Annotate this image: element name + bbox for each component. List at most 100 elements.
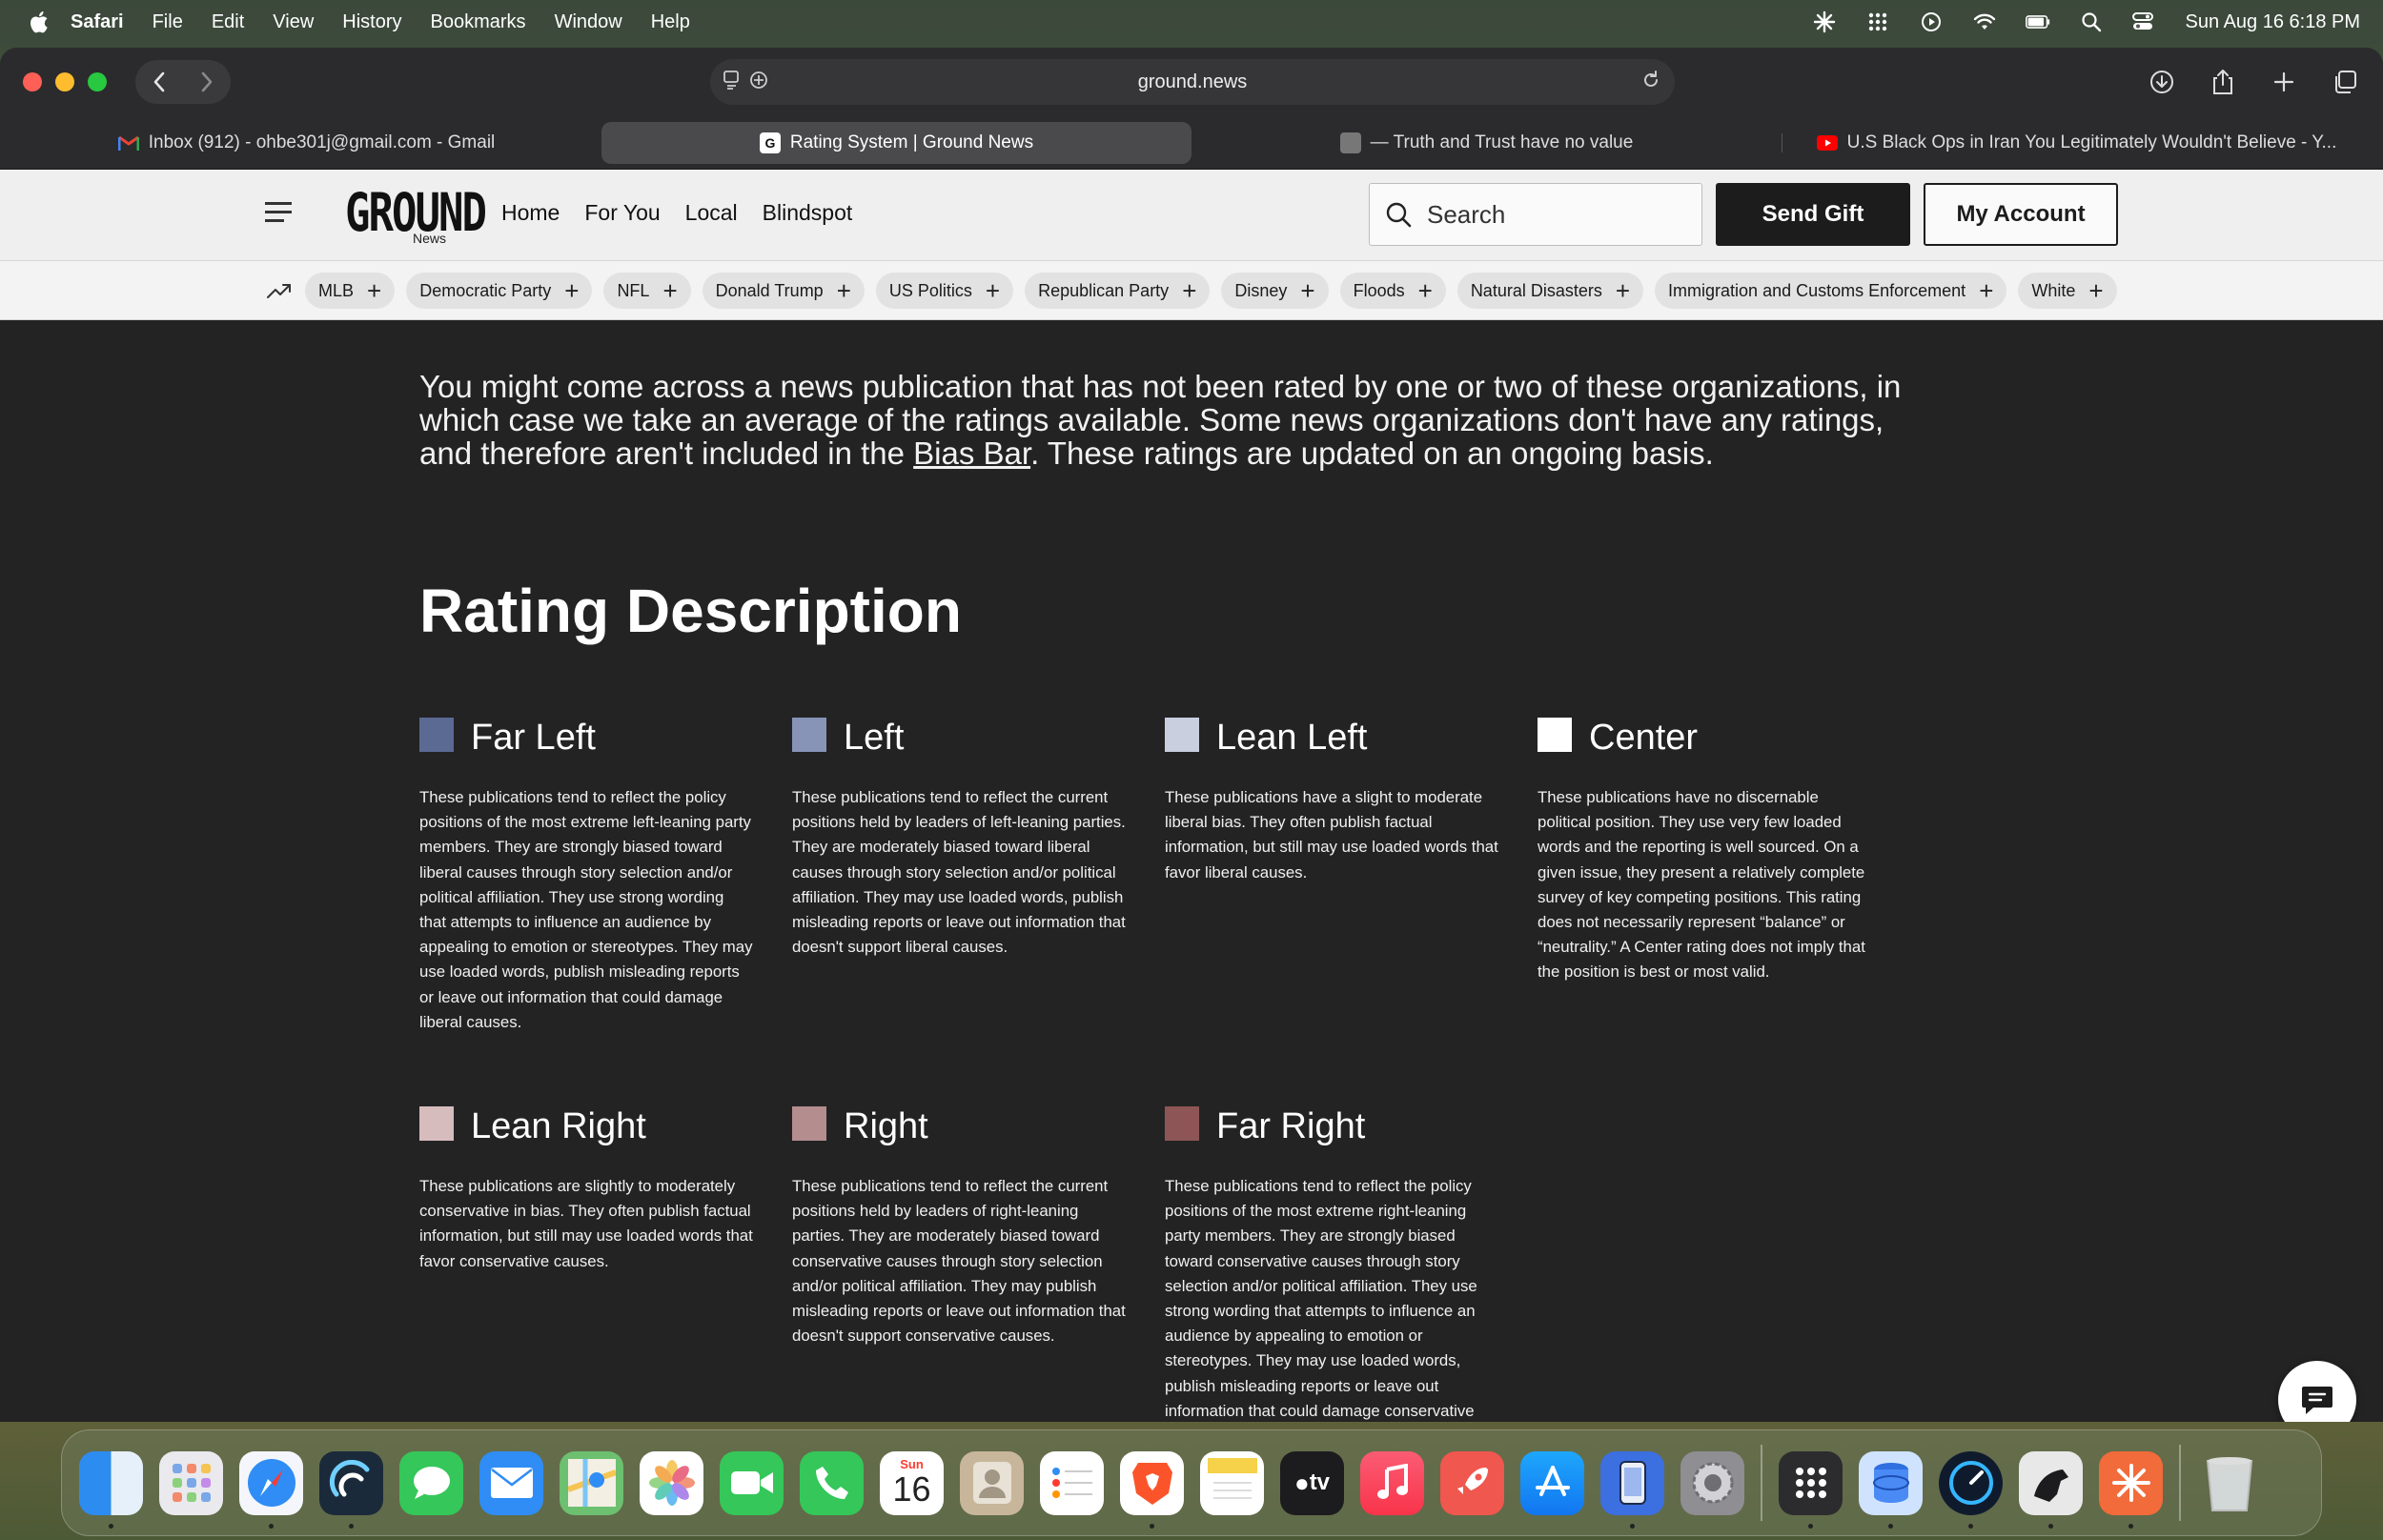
contacts-icon[interactable] — [960, 1450, 1024, 1515]
speedtest-icon[interactable] — [1939, 1450, 2003, 1529]
control-center-icon[interactable] — [2131, 10, 2157, 33]
plus-icon[interactable]: + — [1616, 278, 1630, 303]
launchpad-icon[interactable] — [159, 1450, 223, 1515]
music-icon[interactable] — [1360, 1450, 1424, 1515]
menubar-clock[interactable]: Sun Aug 16 6:18 PM — [2186, 11, 2360, 33]
battery-icon[interactable] — [2025, 10, 2050, 33]
topic-chip-donald-trump[interactable]: Donald Trump + — [702, 273, 865, 309]
menu-edit[interactable]: Edit — [212, 11, 244, 33]
topic-chip-floods[interactable]: Floods + — [1339, 273, 1446, 309]
address-bar[interactable]: ground.news — [710, 59, 1675, 105]
topic-chip-us-politics[interactable]: US Politics + — [875, 273, 1014, 309]
rating-name: Lean Right — [471, 1105, 646, 1146]
bias-bar-link[interactable]: Bias Bar — [913, 436, 1030, 471]
close-window-button[interactable] — [23, 72, 42, 91]
zoom-window-button[interactable] — [88, 72, 107, 91]
nav-blindspot[interactable]: Blindspot — [763, 200, 853, 226]
system-settings-icon[interactable] — [1680, 1450, 1744, 1515]
plus-icon[interactable]: + — [367, 278, 381, 303]
app-store-icon[interactable] — [1520, 1450, 1584, 1515]
downloads-icon[interactable] — [2145, 63, 2179, 101]
topic-chip-nfl[interactable]: NFL + — [603, 273, 691, 309]
menu-app-name[interactable]: Safari — [71, 11, 124, 33]
plus-icon[interactable]: + — [1182, 278, 1196, 303]
menu-bookmarks[interactable]: Bookmarks — [431, 11, 526, 33]
plus-icon[interactable]: + — [662, 278, 677, 303]
plus-icon[interactable]: + — [564, 278, 579, 303]
apple-icon[interactable] — [27, 10, 50, 34]
topic-chip-white[interactable]: White + — [2018, 273, 2117, 309]
topic-chip-democratic-party[interactable]: Democratic Party + — [406, 273, 593, 309]
my-account-button[interactable]: My Account — [1924, 183, 2118, 246]
messages-icon[interactable] — [399, 1450, 463, 1515]
brave-icon[interactable] — [1120, 1450, 1184, 1529]
finder-icon[interactable] — [79, 1450, 143, 1529]
podcast-app-icon[interactable] — [319, 1450, 383, 1529]
topic-chip-natural-disasters[interactable]: Natural Disasters + — [1456, 273, 1644, 309]
tab-youtube[interactable]: U.S Black Ops in Iran You Legitimately W… — [1782, 122, 2372, 164]
back-button[interactable] — [140, 63, 178, 101]
facetime-icon[interactable] — [720, 1450, 784, 1515]
search-input[interactable]: Search — [1369, 183, 1702, 246]
tab-overview-icon[interactable] — [2328, 63, 2362, 101]
plus-icon[interactable]: + — [986, 278, 1000, 303]
sparkle-status-icon[interactable] — [1812, 10, 1837, 33]
rocket-icon[interactable] — [1440, 1450, 1504, 1515]
trash-icon[interactable] — [2197, 1451, 2261, 1515]
new-tab-icon[interactable] — [2267, 63, 2301, 101]
share-icon[interactable] — [2206, 63, 2240, 101]
reminders-icon[interactable] — [1040, 1450, 1104, 1515]
plus-icon[interactable]: + — [1418, 278, 1433, 303]
menu-view[interactable]: View — [273, 11, 314, 33]
hamburger-menu-icon[interactable] — [265, 202, 294, 227]
send-gift-button[interactable]: Send Gift — [1716, 183, 1910, 246]
simulator-icon[interactable] — [1600, 1450, 1664, 1529]
minimize-window-button[interactable] — [55, 72, 74, 91]
search-placeholder: Search — [1427, 199, 1506, 229]
extension-icon[interactable] — [748, 69, 769, 97]
topic-chip-mlb[interactable]: MLB + — [305, 273, 396, 309]
wifi-icon[interactable] — [1972, 10, 1997, 33]
mail-icon[interactable] — [479, 1450, 543, 1515]
ground-news-logo[interactable]: GROUND News — [345, 187, 487, 248]
database-app-icon[interactable] — [1859, 1450, 1923, 1529]
dots-grid-status-icon[interactable] — [1865, 10, 1890, 33]
notes-icon[interactable] — [1200, 1450, 1264, 1515]
plus-icon[interactable]: + — [2088, 278, 2103, 303]
play-circle-status-icon[interactable] — [1919, 10, 1944, 33]
intro-paragraph: You might come across a news publication… — [419, 369, 1902, 471]
topic-chip-ice[interactable]: Immigration and Customs Enforcement + — [1655, 273, 2007, 309]
photos-icon[interactable] — [640, 1450, 703, 1515]
safari-icon[interactable] — [239, 1450, 303, 1529]
tab-gmail[interactable]: Inbox (912) - ohbe301j@gmail.com - Gmail — [11, 122, 601, 164]
plus-icon[interactable]: + — [1979, 278, 1993, 303]
menu-file[interactable]: File — [153, 11, 183, 33]
reload-icon[interactable] — [1640, 69, 1661, 97]
nav-home[interactable]: Home — [501, 200, 560, 226]
tv-icon[interactable]: ● tv — [1280, 1450, 1344, 1515]
reader-page-icon[interactable] — [722, 69, 743, 97]
forward-button[interactable] — [188, 63, 226, 101]
site-nav: Home For You Local Blindspot — [501, 200, 852, 226]
spotlight-search-icon[interactable] — [2079, 10, 2104, 33]
chat-button[interactable] — [2278, 1361, 2356, 1422]
tab-truth-and-trust[interactable]: — Truth and Trust have no value — [1192, 122, 1782, 164]
phone-icon[interactable] — [800, 1450, 864, 1515]
horse-app-icon[interactable] — [2019, 1450, 2083, 1529]
nav-local[interactable]: Local — [685, 200, 738, 226]
calendar-icon[interactable]: Sun 16 — [880, 1450, 944, 1515]
menu-help[interactable]: Help — [651, 11, 690, 33]
trending-topics-bar: MLB + Democratic Party + NFL + Donald Trump… — [0, 261, 2383, 320]
topic-chip-republican-party[interactable]: Republican Party + — [1025, 273, 1211, 309]
tab-ground-news[interactable]: G Rating System | Ground News — [601, 121, 1192, 164]
grid-app-icon[interactable] — [1779, 1450, 1843, 1529]
rating-name: Right — [844, 1105, 928, 1146]
nav-for-you[interactable]: For You — [584, 200, 660, 226]
maps-icon[interactable] — [560, 1450, 623, 1515]
plus-icon[interactable]: + — [1300, 278, 1314, 303]
plus-icon[interactable]: + — [837, 278, 851, 303]
topic-chip-disney[interactable]: Disney + — [1221, 273, 1329, 309]
claude-icon[interactable] — [2099, 1450, 2163, 1529]
menu-history[interactable]: History — [342, 11, 401, 33]
menu-window[interactable]: Window — [555, 11, 622, 33]
